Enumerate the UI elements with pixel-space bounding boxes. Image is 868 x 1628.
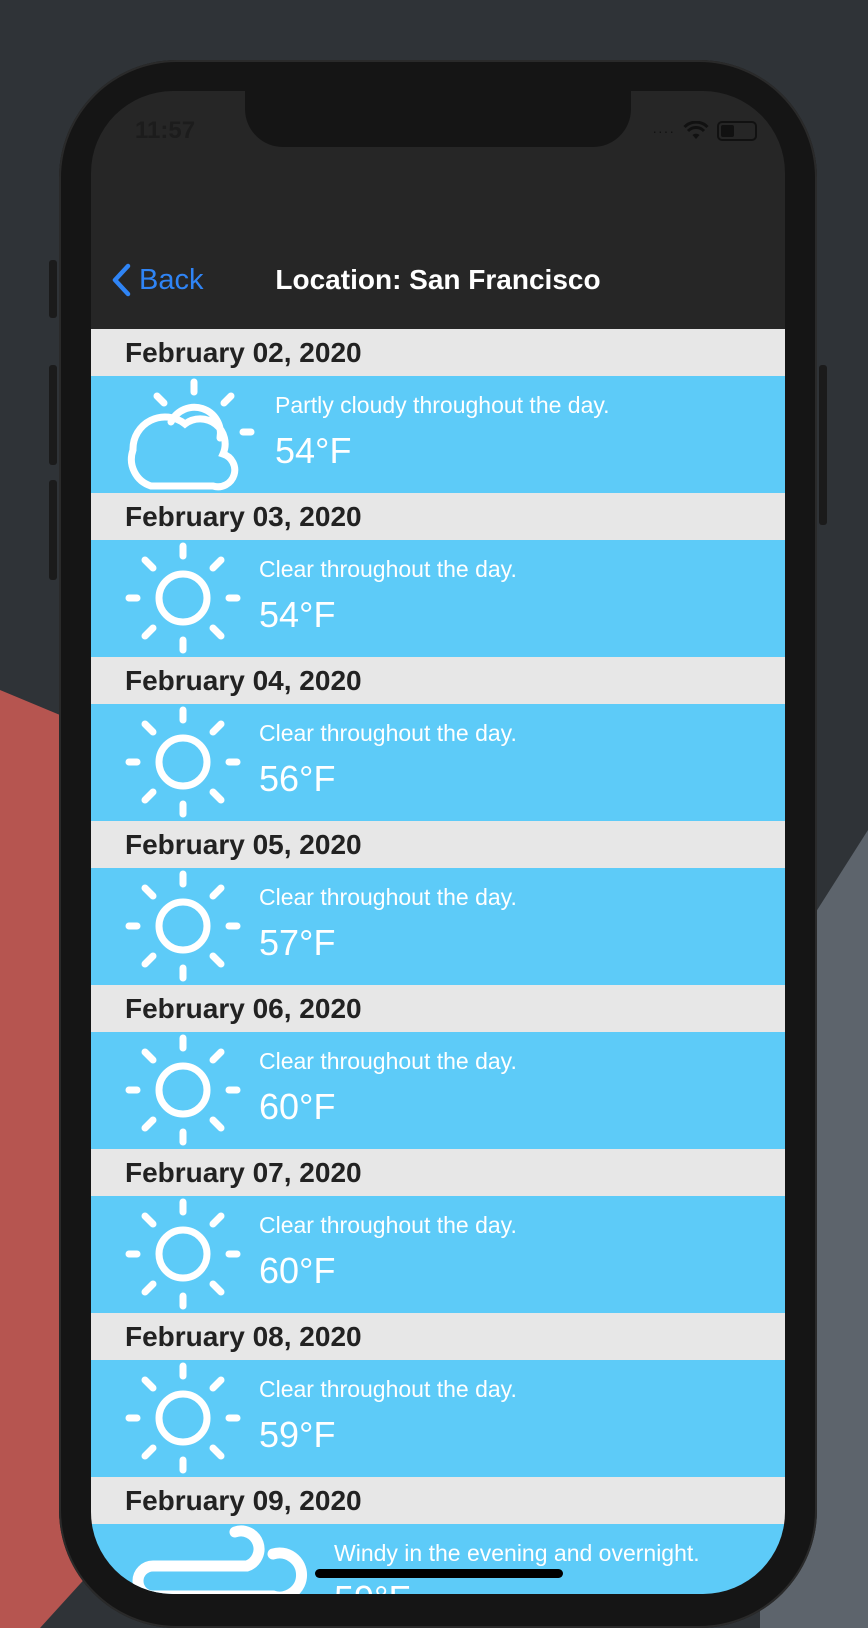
- section-header-date: February 03, 2020: [91, 493, 785, 540]
- wifi-icon: [683, 121, 709, 139]
- sun-icon: [125, 1198, 241, 1310]
- partly-cloudy-icon: [127, 378, 255, 491]
- forecast-section: February 02, 2020 Partly cloudy througho…: [91, 329, 785, 493]
- forecast-row[interactable]: Clear throughout the day. 54°F: [91, 540, 785, 657]
- back-button[interactable]: Back: [111, 231, 203, 329]
- home-indicator[interactable]: [315, 1569, 563, 1578]
- forecast-row[interactable]: Partly cloudy throughout the day. 54°F: [91, 376, 785, 493]
- forecast-temperature: 57°F: [259, 922, 336, 963]
- forecast-description: Windy in the evening and overnight.: [334, 1540, 700, 1566]
- signal-icon: ····: [652, 123, 675, 139]
- forecast-description: Clear throughout the day.: [259, 1212, 517, 1238]
- section-header-date: February 07, 2020: [91, 1149, 785, 1196]
- forecast-row[interactable]: Clear throughout the day. 59°F: [91, 1360, 785, 1477]
- forecast-temperature: 54°F: [275, 430, 352, 471]
- forecast-description: Partly cloudy throughout the day.: [275, 392, 610, 418]
- status-icons: ····: [652, 121, 757, 141]
- forecast-description: Clear throughout the day.: [259, 884, 517, 910]
- volume-up-button: [49, 365, 57, 465]
- forecast-temperature: 56°F: [259, 758, 336, 799]
- forecast-temperature: 59°F: [259, 1414, 336, 1455]
- silent-switch: [49, 260, 57, 318]
- forecast-section: February 07, 2020 Clear throughout the d…: [91, 1149, 785, 1313]
- forecast-row[interactable]: Clear throughout the day. 56°F: [91, 704, 785, 821]
- navigation-bar: Back Location: San Francisco: [91, 231, 785, 329]
- forecast-row[interactable]: Clear throughout the day. 60°F: [91, 1196, 785, 1313]
- forecast-temperature: 59°F: [334, 1578, 410, 1594]
- forecast-section: February 04, 2020 Clear throughout the d…: [91, 657, 785, 821]
- volume-down-button: [49, 480, 57, 580]
- sun-icon: [125, 706, 241, 818]
- section-header-date: February 06, 2020: [91, 985, 785, 1032]
- section-header-date: February 09, 2020: [91, 1477, 785, 1524]
- forecast-row[interactable]: Clear throughout the day. 60°F: [91, 1032, 785, 1149]
- forecast-temperature: 60°F: [259, 1086, 336, 1127]
- section-header-date: February 05, 2020: [91, 821, 785, 868]
- forecast-description: Clear throughout the day.: [259, 1376, 517, 1402]
- sun-icon: [125, 1362, 241, 1474]
- forecast-section: February 08, 2020 Clear throughout the d…: [91, 1313, 785, 1477]
- sun-icon: [125, 542, 241, 654]
- forecast-section: February 05, 2020 Clear throughout the d…: [91, 821, 785, 985]
- chevron-left-icon: [112, 263, 131, 297]
- forecast-description: Clear throughout the day.: [259, 720, 517, 746]
- phone-screen: 11:57 ···· Back Location: San Francisco …: [91, 91, 785, 1594]
- sun-icon: [125, 870, 241, 982]
- forecast-list[interactable]: February 02, 2020 Partly cloudy througho…: [91, 329, 785, 1594]
- notch: [245, 91, 631, 147]
- section-header-date: February 08, 2020: [91, 1313, 785, 1360]
- forecast-section: February 06, 2020 Clear throughout the d…: [91, 985, 785, 1149]
- forecast-temperature: 60°F: [259, 1250, 336, 1291]
- forecast-description: Clear throughout the day.: [259, 556, 517, 582]
- forecast-temperature: 54°F: [259, 594, 336, 635]
- wind-icon: [132, 1525, 308, 1594]
- status-time: 11:57: [135, 117, 196, 144]
- battery-icon: [717, 121, 757, 141]
- forecast-row[interactable]: Clear throughout the day. 57°F: [91, 868, 785, 985]
- forecast-row[interactable]: Windy in the evening and overnight. 59°F: [91, 1524, 785, 1594]
- section-header-date: February 02, 2020: [91, 329, 785, 376]
- forecast-section: February 03, 2020 Clear throughout the d…: [91, 493, 785, 657]
- sun-icon: [125, 1034, 241, 1146]
- power-button: [819, 365, 827, 525]
- section-header-date: February 04, 2020: [91, 657, 785, 704]
- back-label: Back: [139, 263, 204, 296]
- forecast-description: Clear throughout the day.: [259, 1048, 517, 1074]
